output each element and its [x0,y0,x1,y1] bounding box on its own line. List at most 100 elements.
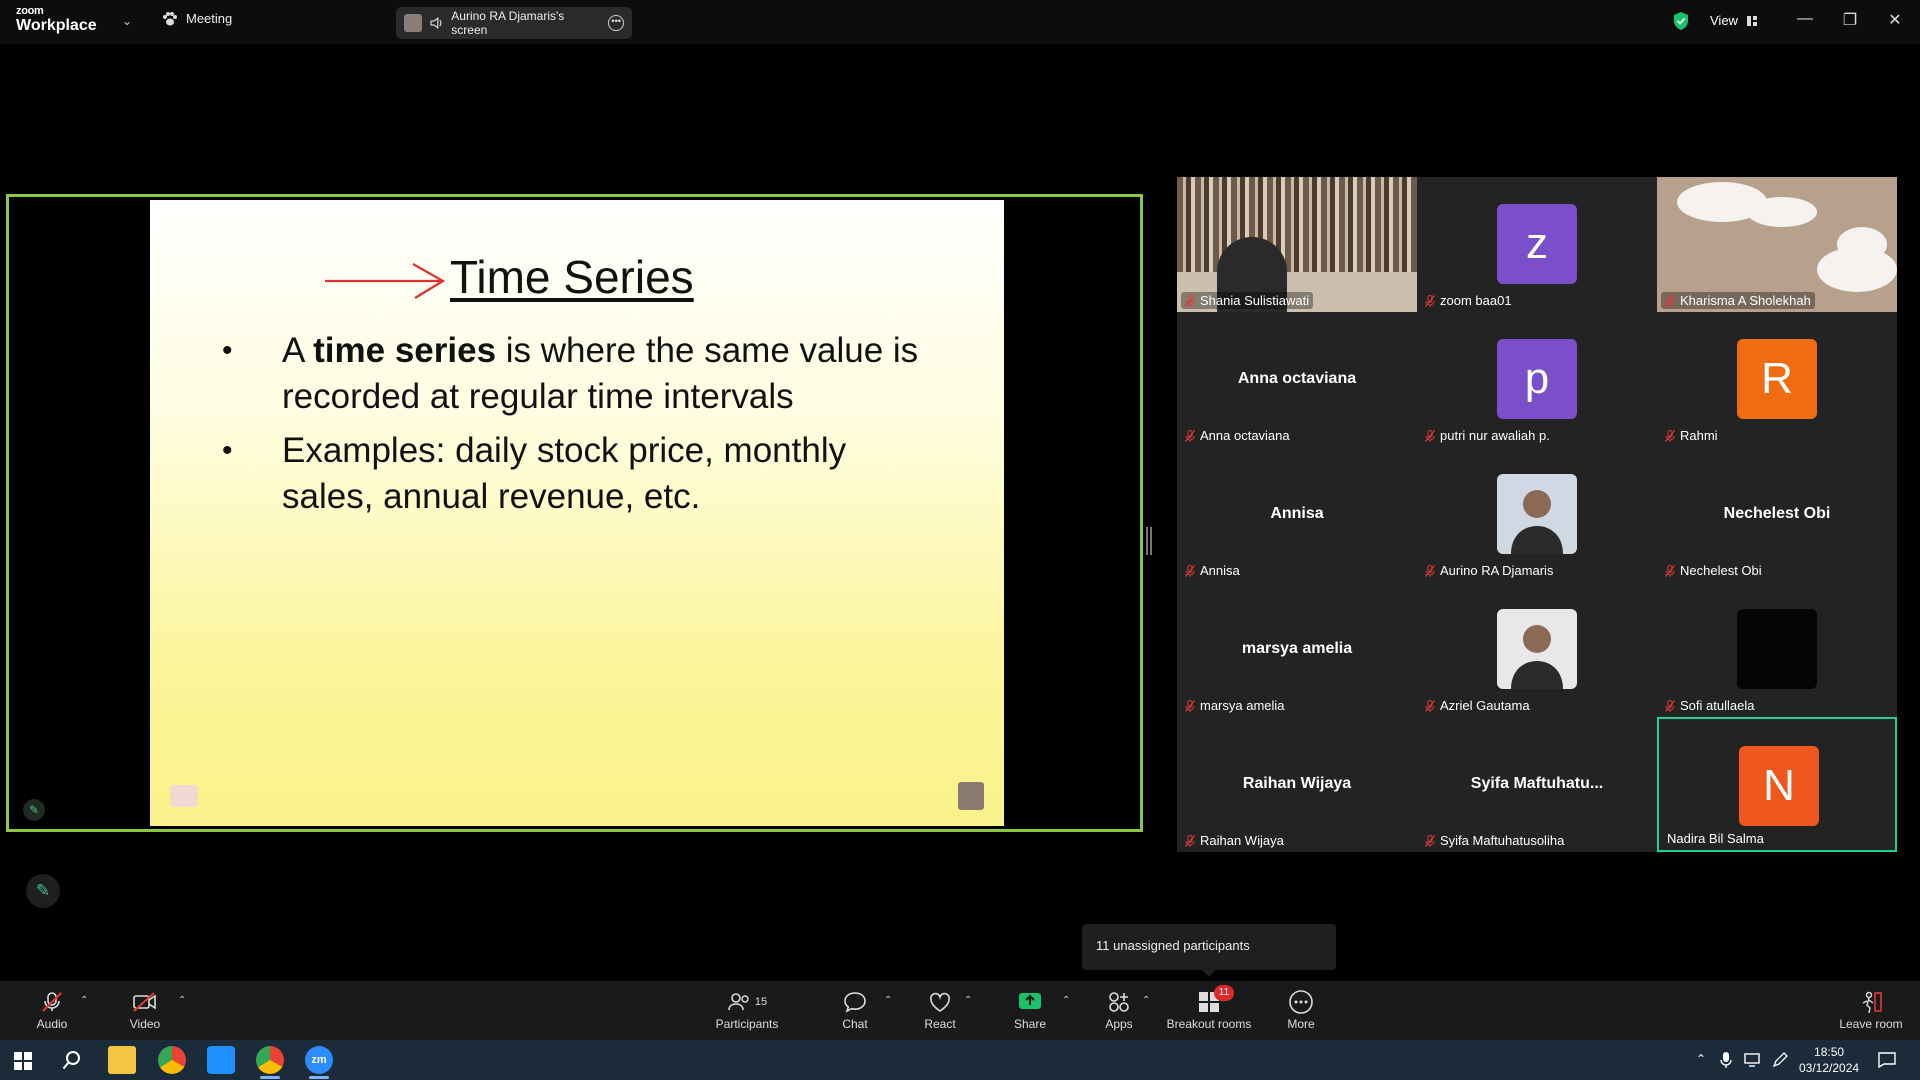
more-button[interactable]: More [1286,989,1316,1031]
resize-divider-handle[interactable] [1146,527,1152,555]
chat-icon [844,992,866,1013]
participant-tile[interactable]: z zoom baa01 [1417,177,1657,312]
participant-display-name: Nechelest Obi [1723,505,1831,522]
more-options-icon[interactable]: ••• [608,15,624,31]
participant-tile[interactable]: Shania Sulistiawati [1177,177,1417,312]
zoom-app-icon[interactable]: zm [305,1046,333,1079]
chrome-profile-icon[interactable] [256,1046,284,1079]
meeting-button[interactable]: Meeting [162,11,232,26]
minimize-icon[interactable]: — [1795,10,1815,28]
participant-tile[interactable]: Syifa Maftuhatu... Syifa Maftuhatusoliha [1417,717,1657,852]
microphone-icon[interactable] [1720,1052,1732,1068]
chevron-up-icon[interactable]: ⌃ [1142,995,1150,1006]
brand-small: zoom [16,5,44,17]
audio-button[interactable]: Audio [34,989,70,1031]
chrome-icon[interactable] [158,1046,186,1074]
participant-tile[interactable]: marsya amelia marsya amelia [1177,582,1417,717]
chevron-up-icon[interactable]: ⌃ [80,995,88,1006]
shield-check-icon[interactable] [1672,11,1690,31]
mic-muted-icon [1665,429,1675,442]
participant-display-name: Annisa [1270,505,1324,522]
chevron-up-icon[interactable]: ⌃ [884,995,892,1006]
chevron-up-icon[interactable]: ⌃ [1696,1052,1706,1066]
mic-muted-icon [1185,834,1195,847]
search-icon[interactable] [62,1050,82,1070]
avatar: N [1739,746,1819,826]
participant-name: Nadira Bil Salma [1667,831,1764,846]
app-icon[interactable] [207,1046,235,1074]
apps-button[interactable]: Apps [1104,989,1134,1031]
participant-gallery: Shania Sulistiawati z zoom baa01 Kharisma A… [1177,177,1897,852]
system-clock[interactable]: 18:50 03/12/2024 [1799,1044,1859,1076]
notification-icon[interactable] [1878,1052,1896,1068]
participants-button[interactable]: 15 Participants [712,989,782,1031]
slide-bullet-1: A time series is where the same value is… [222,328,942,420]
participant-name: Azriel Gautama [1440,698,1530,713]
participant-tile[interactable]: Aurino RA Djamaris [1417,447,1657,582]
mic-muted-icon [1185,294,1195,307]
video-label: Video [129,1017,161,1031]
breakout-rooms-button[interactable]: 11 Breakout rooms [1166,985,1252,1031]
participant-name: Rahmi [1680,428,1718,443]
annotate-pen-icon[interactable]: ✎ [26,874,60,908]
view-button[interactable]: View [1710,13,1758,28]
participant-tile[interactable]: Sofi atullaela [1657,582,1897,717]
avatar [1737,609,1817,689]
participant-tile[interactable]: Annisa Annisa [1177,447,1417,582]
file-explorer-icon[interactable] [108,1046,136,1074]
chevron-up-icon[interactable]: ⌃ [1062,995,1070,1006]
video-button[interactable]: Video [128,989,162,1031]
participant-tile[interactable]: Kharisma A Sholekhah [1657,177,1897,312]
participant-name: putri nur awaliah p. [1440,428,1550,443]
more-label: More [1287,1017,1315,1031]
screen-share-indicator[interactable]: Aurino RA Djamaris's screen ••• [396,7,632,39]
share-label: Share [1013,1017,1047,1031]
react-label: React [924,1017,956,1031]
participant-tile[interactable]: p putri nur awaliah p. [1417,312,1657,447]
mic-muted-icon [1665,699,1675,712]
annotate-pen-icon[interactable]: ✎ [23,799,45,821]
participant-name: marsya amelia [1200,698,1285,713]
participant-name: Nechelest Obi [1680,563,1762,578]
pen-icon[interactable] [1772,1052,1788,1068]
restore-icon[interactable]: ❐ [1840,10,1860,30]
heart-icon [930,992,950,1012]
react-button[interactable]: React [922,989,958,1031]
participant-tile[interactable]: Nechelest Obi Nechelest Obi [1657,447,1897,582]
mic-muted-icon [1665,564,1675,577]
slide-bullet-2: Examples: daily stock price, monthly sal… [222,428,942,520]
chevron-up-icon[interactable]: ⌃ [964,995,972,1006]
title-bar: zoom Workplace ⌄ Meeting Aurino RA Djama… [0,0,1920,44]
participant-tile[interactable]: Azriel Gautama [1417,582,1657,717]
breakout-badge: 11 [1214,985,1234,1001]
network-icon[interactable] [1744,1052,1762,1068]
participant-display-name: Syifa Maftuhatu... [1470,775,1604,792]
chevron-down-icon[interactable]: ⌄ [122,14,132,28]
avatar: R [1737,339,1817,419]
shared-screen[interactable]: Time Series A time series is where the s… [6,194,1143,832]
chat-button[interactable]: Chat [840,989,870,1031]
meeting-label: Meeting [186,11,233,26]
participant-tile[interactable]: Anna octaviana Anna octaviana [1177,312,1417,447]
windows-start-icon[interactable] [14,1052,32,1070]
participant-name-label: Annisa [1181,562,1244,579]
zoom-workplace-logo[interactable]: zoom Workplace [16,6,97,34]
participant-name: Aurino RA Djamaris [1440,563,1554,578]
mic-muted-icon [1425,564,1435,577]
participant-name-label: Syifa Maftuhatusoliha [1421,832,1568,849]
participant-name-label: Kharisma A Sholekhah [1661,292,1815,309]
participant-name-label: Rahmi [1661,427,1722,444]
slide-presenter-thumb [958,782,984,810]
participants-icon [728,993,749,1011]
participant-tile[interactable]: R Rahmi [1657,312,1897,447]
participant-name: Kharisma A Sholekhah [1680,293,1811,308]
chevron-up-icon[interactable]: ⌃ [178,995,186,1006]
leave-room-button[interactable]: Leave room [1838,989,1904,1031]
participant-name: Annisa [1200,563,1240,578]
participant-name-label: marsya amelia [1181,697,1289,714]
close-icon[interactable]: ✕ [1885,10,1905,30]
participant-tile[interactable]: Raihan Wijaya Raihan Wijaya [1177,717,1417,852]
participant-tile[interactable]: N Nadira Bil Salma [1657,717,1897,852]
audio-label: Audio [36,1017,68,1031]
share-button[interactable]: Share [1012,989,1048,1031]
